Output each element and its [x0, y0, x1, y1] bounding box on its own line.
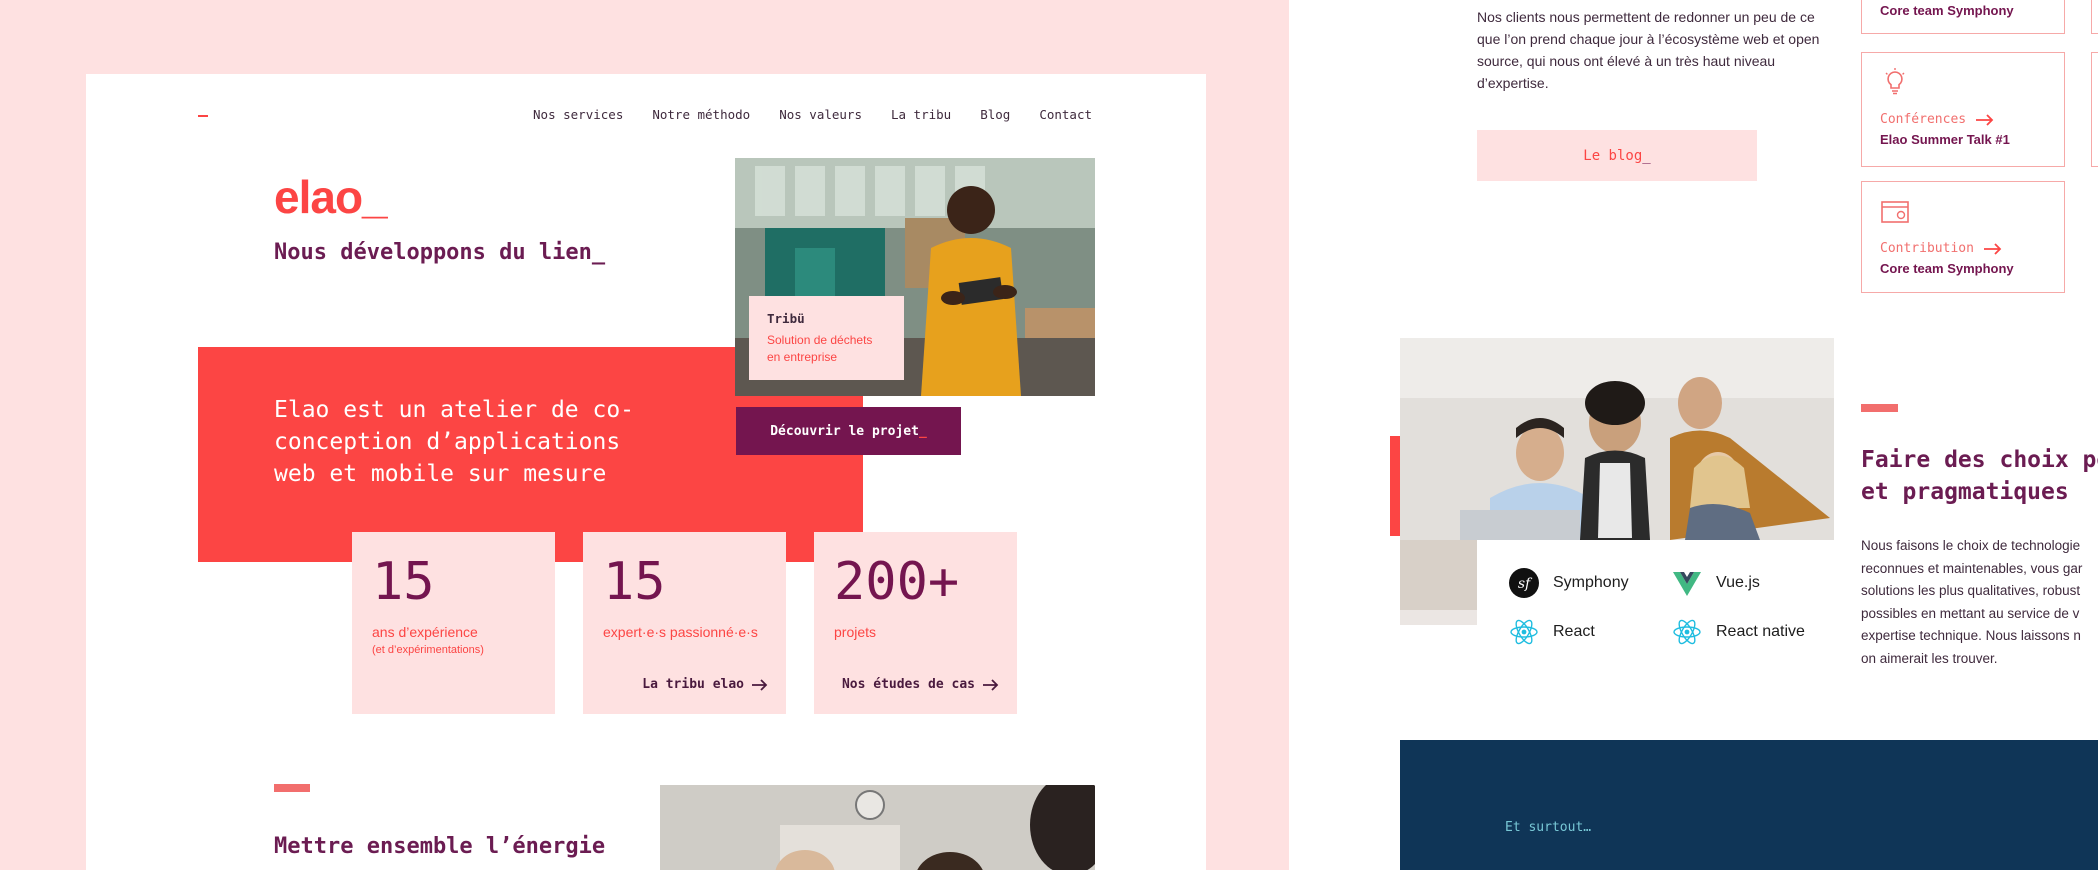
tech-label: Symphony	[1553, 574, 1629, 591]
card-category: Conférences	[1880, 112, 2046, 127]
stat-label: expert·e·s passionné·e·s	[603, 624, 758, 640]
card-edge	[2091, 0, 2098, 34]
nav-item-tribu[interactable]: La tribu	[891, 107, 951, 122]
thumbnail-shadow	[1400, 610, 1477, 625]
cta-underscore: _	[918, 423, 927, 439]
arrow-right-icon	[752, 678, 768, 691]
card-conferences[interactable]: Conférences Elao Summer Talk #1	[1861, 52, 2065, 167]
tagline: Nous développons du lien_	[274, 240, 606, 265]
section-title: Mettre ensemble l’énergie	[274, 834, 606, 859]
case-studies-link-label: Nos études de cas	[841, 677, 975, 692]
choices-title-line: Faire des choix pé	[1861, 447, 2098, 473]
tech-vuejs: Vue.js	[1672, 568, 1760, 598]
card-category-label: Conférences	[1880, 112, 1967, 127]
choices-body-line: solutions les plus qualitatives, robust	[1861, 583, 2081, 598]
choices-body-line: possibles en mettant au service de v	[1861, 605, 2080, 621]
tech-react-native: React native	[1672, 617, 1805, 647]
choices-body-line: on aimerait les trouver.	[1861, 650, 1998, 666]
nav-item-blog[interactable]: Blog	[980, 107, 1010, 122]
project-card[interactable]: Tribü Solution de déchets en entreprise	[749, 296, 904, 380]
nav-logo-dash[interactable]	[198, 115, 208, 117]
section-accent-dash	[1861, 404, 1898, 412]
nav-item-contact[interactable]: Contact	[1039, 107, 1092, 122]
choices-body-line: expertise technique. Nous laissons n	[1861, 628, 2081, 643]
tribe-link[interactable]: La tribu elao	[642, 677, 768, 692]
vuejs-icon	[1673, 572, 1701, 596]
symfony-icon: sf	[1509, 568, 1539, 598]
tech-label: React	[1553, 623, 1595, 640]
card-title: Core team Symphony	[1880, 3, 2014, 18]
react-native-icon	[1673, 619, 1701, 645]
card-edge	[2091, 52, 2098, 167]
navy-section-label: Et surtout…	[1505, 820, 1592, 835]
tech-stack-panel: sf Symphony Vue.js React React native	[1477, 540, 1834, 655]
blog-intro-text: Nos clients nous permettent de redonner …	[1477, 9, 1820, 91]
card-category-label: Contribution	[1880, 241, 1974, 256]
section-accent-dash	[274, 784, 310, 792]
arrow-right-icon	[1976, 113, 1994, 126]
team-photo	[660, 785, 1095, 870]
choices-body-line: reconnues et maintenables, vous gar	[1861, 560, 2083, 576]
lightbulb-icon	[1885, 68, 1905, 95]
discover-project-button[interactable]: Découvrir le projet _	[736, 407, 961, 455]
hero-intro: Elao est un atelier de co-conception d’a…	[274, 397, 635, 487]
navy-section	[1400, 740, 2098, 870]
stat-card-experience: 15 ans d’expérience (et d’expérimentatio…	[352, 532, 555, 714]
stat-label: ans d’expérience	[372, 624, 478, 640]
blog-button-underscore: _	[1642, 147, 1651, 164]
case-studies-link[interactable]: Nos études de cas	[842, 677, 999, 692]
card-title: Core team Symphony	[1880, 261, 2014, 276]
code-window-icon	[1881, 201, 1909, 223]
team-at-laptop-image	[1400, 338, 1834, 540]
stat-number: 200+	[834, 552, 960, 612]
stat-card-experts: 15 expert·e·s passionné·e·s La tribu ela…	[583, 532, 786, 714]
arrow-right-icon	[983, 678, 999, 691]
card-category: Contribution	[1880, 241, 2046, 256]
stat-number: 15	[372, 552, 435, 612]
stat-number: 15	[603, 552, 666, 612]
card-core-team-top[interactable]: Core team Symphony	[1861, 0, 2065, 34]
project-card-title: Tribü	[767, 311, 805, 326]
card-title: Elao Summer Talk #1	[1880, 132, 2010, 147]
nav-item-valeurs[interactable]: Nos valeurs	[779, 107, 862, 122]
tech-symfony: sf Symphony	[1509, 568, 1629, 598]
tech-label: React native	[1716, 623, 1805, 640]
homepage-mockup: Nos services Notre méthodo Nos valeurs L…	[86, 74, 1206, 870]
nav-item-methodo[interactable]: Notre méthodo	[652, 107, 750, 122]
tech-label: Vue.js	[1716, 574, 1760, 591]
choices-title-line: et pragmatiques	[1861, 479, 2069, 505]
tech-react: React	[1509, 617, 1595, 647]
project-card-description: Solution de déchets en entreprise	[767, 333, 873, 364]
discover-project-label: Découvrir le projet	[770, 423, 919, 439]
meeting-image	[660, 785, 1095, 870]
choices-body: Nous faisons le choix de technologie rec…	[1861, 535, 2098, 670]
main-nav: Nos services Notre méthodo Nos valeurs L…	[533, 107, 1092, 122]
choices-title: Faire des choix pé et pragmatiques	[1861, 444, 2098, 508]
blog-button[interactable]: Le blog _	[1477, 130, 1757, 181]
brand-logo: elao_	[274, 171, 388, 223]
tribe-link-label: La tribu elao	[642, 677, 744, 692]
stat-sublabel: (et d’expérimentations)	[372, 644, 484, 656]
stat-label: projets	[834, 624, 877, 640]
nav-item-services[interactable]: Nos services	[533, 107, 623, 122]
blog-button-label: Le blog	[1583, 147, 1643, 164]
developers-photo	[1400, 338, 1834, 540]
stat-card-projects: 200+ projets Nos études de cas	[814, 532, 1017, 714]
choices-body-line: Nous faisons le choix de technologie	[1861, 538, 2081, 553]
react-icon	[1510, 619, 1538, 645]
arrow-right-icon	[1983, 242, 2002, 255]
card-contribution[interactable]: Contribution Core team Symphony	[1861, 181, 2065, 293]
